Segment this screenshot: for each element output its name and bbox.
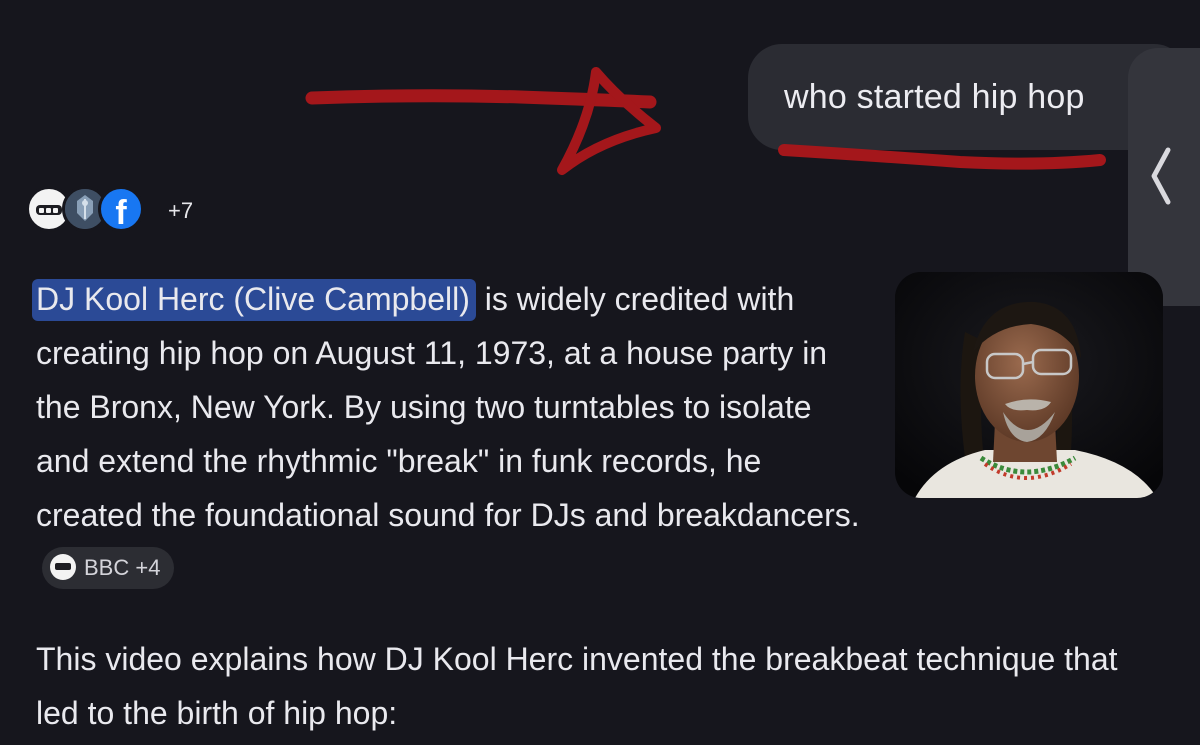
- video-intro-text: This video explains how DJ Kool Herc inv…: [36, 641, 1118, 731]
- user-query-text: who started hip hop: [784, 78, 1085, 116]
- facebook-icon: f: [98, 186, 144, 232]
- sources-more-count: +7: [168, 198, 194, 223]
- sources-row[interactable]: f +7: [26, 186, 226, 236]
- arrow-head-annotation: [557, 67, 661, 175]
- bbc-source-icon: [50, 553, 76, 580]
- citation-chip[interactable]: BBC +4: [42, 546, 175, 589]
- side-panel-toggle[interactable]: [1128, 48, 1200, 306]
- citation-label: BBC +4: [84, 554, 161, 580]
- highlighted-entity[interactable]: DJ Kool Herc (Clive Campbell): [32, 279, 476, 321]
- underline-annotation: [778, 144, 1106, 170]
- chevron-left-icon: [1151, 147, 1171, 205]
- page: who started hip hop f +7 DJ Kool Herc (C…: [0, 0, 1200, 745]
- portrait-image[interactable]: [895, 272, 1163, 498]
- answer-paragraph: DJ Kool Herc (Clive Campbell) is widely …: [32, 272, 866, 596]
- arrow-shaft-annotation: [305, 89, 657, 109]
- user-query-bubble: who started hip hop: [748, 44, 1188, 150]
